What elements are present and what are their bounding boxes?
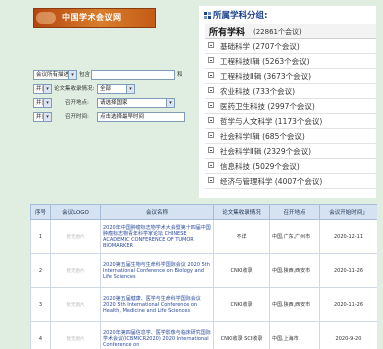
chevron-down-icon: ▾ <box>166 99 174 107</box>
list-bullet-icon <box>204 12 211 19</box>
conference-name-link[interactable]: 2020第五届健康、医学与生命科学国际会议 2020 5th Internati… <box>100 287 214 322</box>
site-logo-banner[interactable]: 中国学术会议网 <box>33 8 156 28</box>
subject-item[interactable]: 农业科技 (733个会议) <box>205 84 376 99</box>
conference-name-link[interactable]: 2020年中国肿瘤标志物学术大会暨第十四届中国肿瘤标志物青年科学家论坛 CHIN… <box>100 219 214 254</box>
subject-item[interactable]: 经济与管理科学 (4007个会议) <box>205 174 376 189</box>
column-header-logo: 会议LOGO <box>50 204 101 220</box>
time-label: 召开时间: <box>65 114 89 120</box>
expand-plus-icon[interactable] <box>208 147 214 153</box>
subject-item[interactable]: 工程科技Ⅱ辑 (3673个会议) <box>205 69 376 84</box>
proceedings-status: 不详 <box>213 219 270 254</box>
subject-item[interactable]: 社会科学Ⅱ辑 (2329个会议) <box>205 144 376 159</box>
subject-item[interactable]: 社会科学Ⅰ辑 (685个会议) <box>205 129 376 144</box>
expand-plus-icon[interactable] <box>208 57 214 63</box>
site-title: 中国学术会议网 <box>62 13 122 22</box>
conference-date: 2020-12-11 <box>319 219 377 254</box>
subject-item[interactable]: 基础科学 (2707个会议) <box>205 39 376 54</box>
column-header-name[interactable]: 会议名称 <box>100 204 214 220</box>
expand-plus-icon[interactable] <box>208 42 214 48</box>
column-header-proceedings[interactable]: 论文集收录情况 <box>213 204 270 220</box>
subject-item[interactable]: 信息科技 (5029个会议) <box>205 159 376 174</box>
proceedings-select[interactable]: 全部 ▾ <box>97 84 135 94</box>
column-header-number: 序号 <box>30 204 51 220</box>
table-row: 2 暂无图片 2020第五届生物与生命科学国际会议 2020 5th Inter… <box>30 253 377 288</box>
conference-logo-placeholder: 暂无图片 <box>50 321 101 349</box>
row-number: 4 <box>30 321 51 349</box>
logo-emblem-icon <box>36 12 56 24</box>
conference-logo-placeholder: 暂无图片 <box>50 219 101 254</box>
conference-name-link[interactable]: 2020第五届生物与生命科学国际会议 2020 5th Internationa… <box>100 253 214 288</box>
bool-select-row2[interactable]: 并且 ▾ <box>33 84 52 94</box>
conference-date: 2020-11-26 <box>319 287 377 322</box>
expand-plus-icon[interactable] <box>208 87 214 93</box>
expand-plus-icon[interactable] <box>208 72 214 78</box>
expand-plus-icon[interactable] <box>208 102 214 108</box>
chevron-down-icon: ▾ <box>43 85 51 93</box>
search-field-value: 会议所有描述 <box>36 72 70 78</box>
row-number: 1 <box>30 219 51 254</box>
subject-all-count: (22861个会议) <box>253 28 302 36</box>
conference-location: 中国,广东,广州市 <box>269 219 320 254</box>
subject-item[interactable]: 哲学与人文科学 (1173个会议) <box>205 114 376 129</box>
table-row: 1 暂无图片 2020年中国肿瘤标志物学术大会暨第十四届中国肿瘤标志物青年科学家… <box>30 219 377 254</box>
subject-all-item[interactable]: 所有学科 (22861个会议) <box>205 24 376 39</box>
chevron-down-icon: ▾ <box>43 113 51 121</box>
advanced-search-form: 会议所有描述 ▾ 包含 和 并且 ▾ 论文集收录情况: 全部 ▾ 并且 ▾ 召开地点:… <box>33 68 185 130</box>
conference-logo-placeholder: 暂无图片 <box>50 253 101 288</box>
conference-location: 中国,上海市 <box>269 321 320 349</box>
expand-plus-icon[interactable] <box>208 132 214 138</box>
conference-date: 2020-11-26 <box>319 253 377 288</box>
column-header-start-time[interactable]: 会议开始时间」 <box>319 204 377 220</box>
proceedings-status: CNKI收录 <box>213 253 270 288</box>
conference-location: 中国,陕西,西安市 <box>269 287 320 322</box>
proceedings-status: CNKI收录 SCI收录 <box>213 321 270 349</box>
contains-label: 包含 <box>79 72 91 78</box>
start-date-input[interactable]: 点击选择最早时间 <box>97 112 185 122</box>
search-field-select[interactable]: 会议所有描述 ▾ <box>33 70 77 80</box>
table-row: 3 暂无图片 2020第五届健康、医学与生命科学国际会议 2020 5th In… <box>30 287 377 322</box>
bool-select-row3[interactable]: 并且 ▾ <box>33 98 52 108</box>
subject-all-label: 所有学科 <box>209 28 246 38</box>
location-label: 召开地点: <box>65 100 89 106</box>
chevron-down-icon: ▾ <box>126 85 134 93</box>
conference-name-link[interactable]: 2020年第四届信息学、医学影像与临床研究国际学术会议(ICBMICR2020)… <box>100 321 214 349</box>
conference-date: 2020-9-20 <box>319 321 377 349</box>
expand-plus-icon[interactable] <box>208 177 214 183</box>
proceedings-label: 论文集收录情况: <box>54 86 95 92</box>
bool-select-row4[interactable]: 并且 ▾ <box>33 112 52 122</box>
row-number: 2 <box>30 253 51 288</box>
conference-results-table: 序号 会议LOGO 会议名称 论文集收录情况 召开地点 会议开始时间」 1 暂无… <box>30 204 377 349</box>
subject-panel-title: 所属学科分组: <box>213 11 268 21</box>
expand-plus-icon[interactable] <box>208 162 214 168</box>
subject-item[interactable]: 医药卫生科技 (2997个会议) <box>205 99 376 114</box>
column-header-location[interactable]: 召开地点 <box>269 204 320 220</box>
chevron-down-icon: ▾ <box>43 99 51 107</box>
and-label: 和 <box>177 72 183 78</box>
expand-plus-icon[interactable] <box>208 117 214 123</box>
country-select[interactable]: 请选择国家 ▾ <box>97 98 175 108</box>
search-keyword-input[interactable] <box>91 70 175 80</box>
table-row: 4 暂无图片 2020年第四届信息学、医学影像与临床研究国际学术会议(ICBMI… <box>30 321 377 349</box>
row-number: 3 <box>30 287 51 322</box>
proceedings-status: CNKI收录 <box>213 287 270 322</box>
chevron-down-icon: ▾ <box>68 71 76 79</box>
subject-filter-panel: 所属学科分组: 所有学科 (22861个会议) 基础科学 (2707个会议) 工… <box>199 6 376 198</box>
conference-location: 中国,陕西,西安市 <box>269 253 320 288</box>
subject-item[interactable]: 工程科技Ⅰ辑 (5263个会议) <box>205 54 376 69</box>
conference-logo-placeholder: 暂无图片 <box>50 287 101 322</box>
